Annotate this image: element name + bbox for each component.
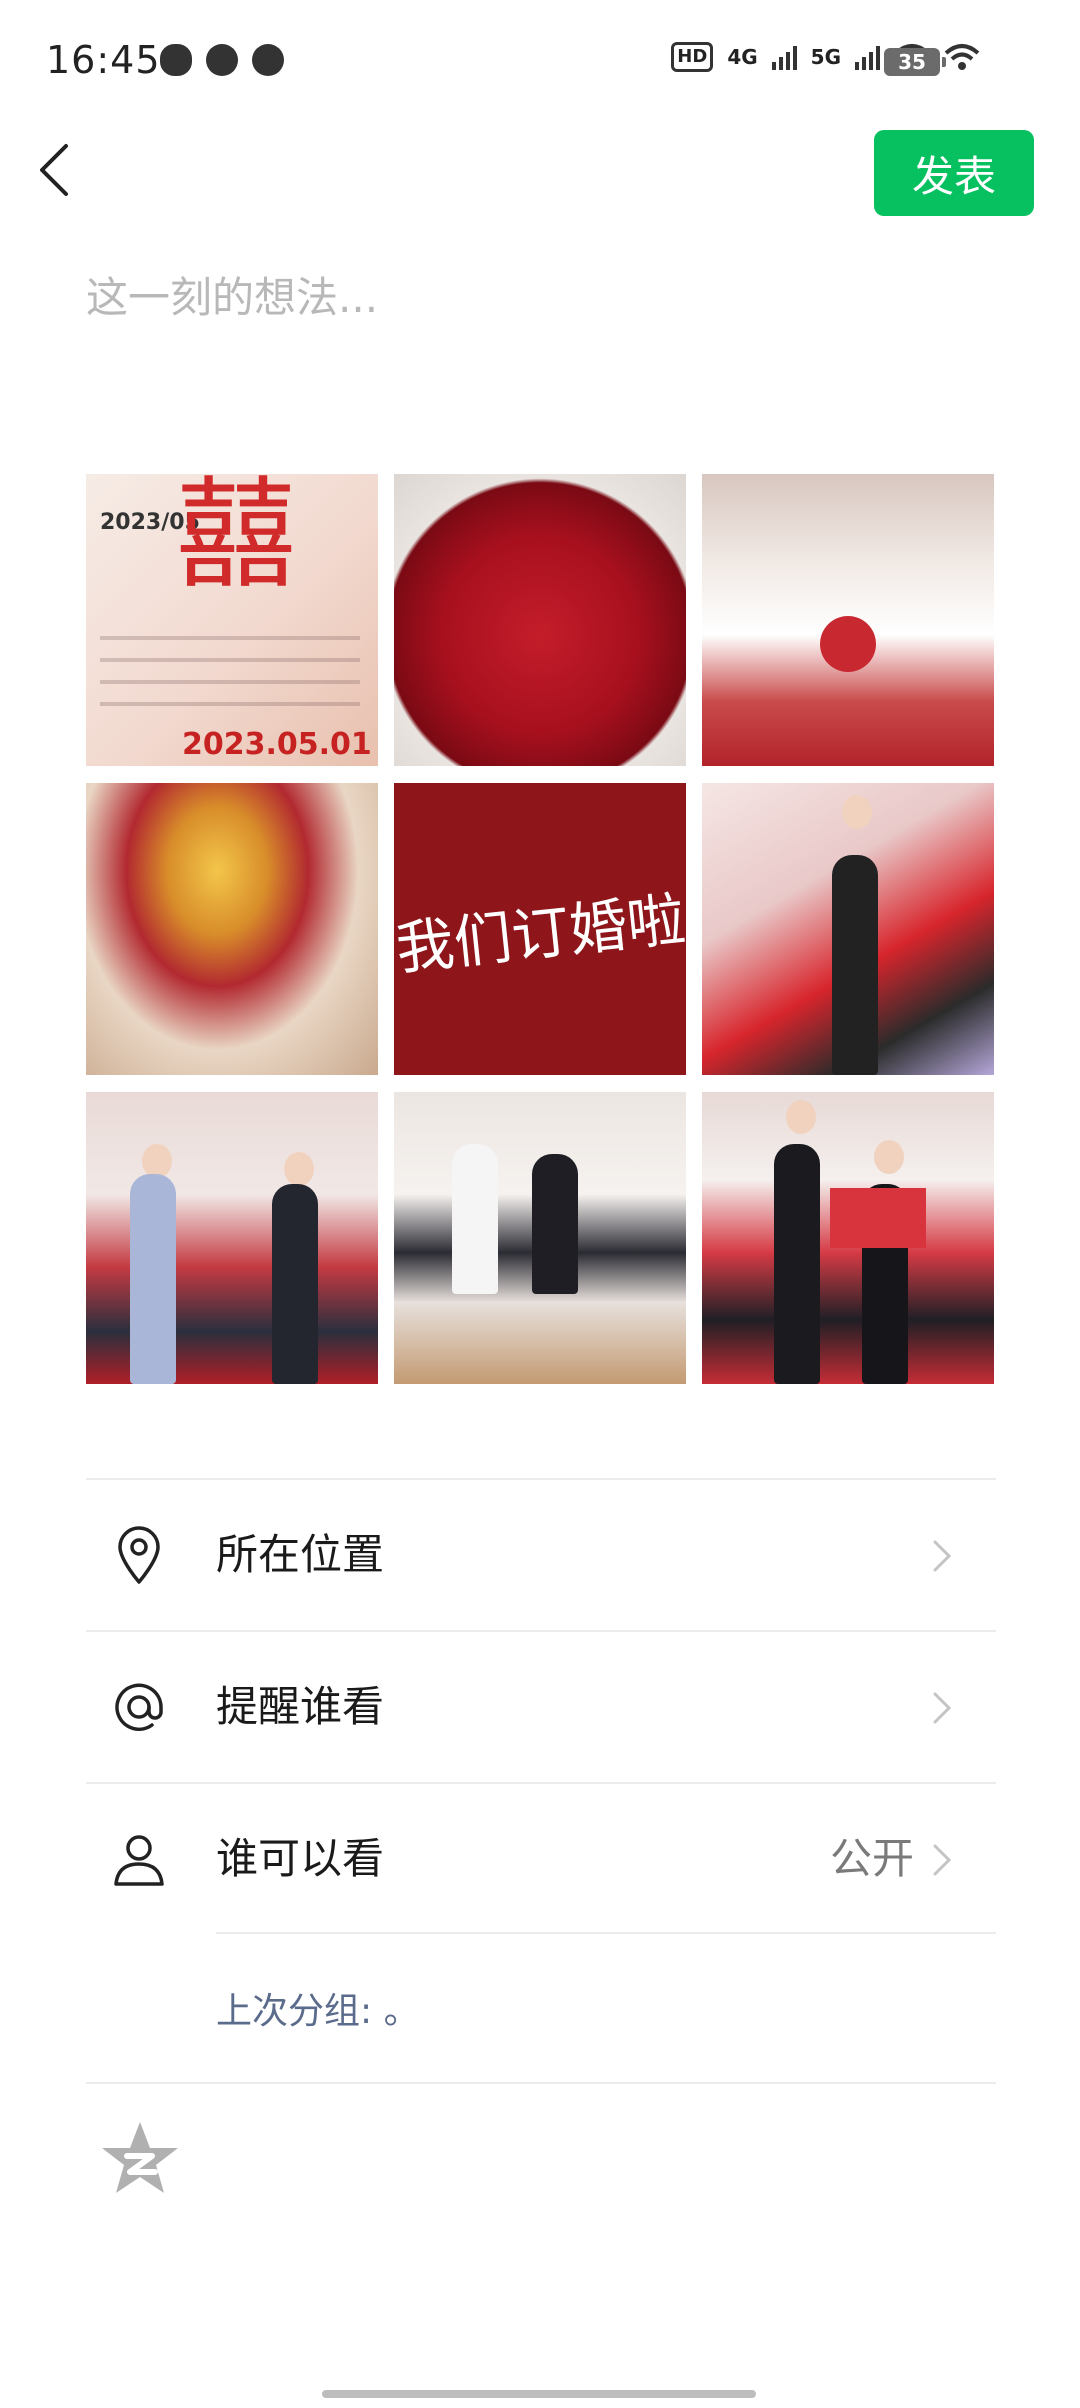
thought-input[interactable] xyxy=(86,264,996,424)
at-sign-icon xyxy=(115,1683,163,1731)
visibility-row[interactable]: 谁可以看 公开 xyxy=(86,1784,996,1934)
network-5g-label: 5G xyxy=(810,45,841,69)
location-row[interactable]: 所在位置 xyxy=(86,1480,996,1630)
last-group-link[interactable]: 上次分组: 。 xyxy=(216,1982,420,2034)
figure-head xyxy=(842,795,872,829)
person-icon xyxy=(114,1835,164,1886)
location-pin-icon xyxy=(118,1526,160,1584)
double-happiness-symbol: 囍 xyxy=(176,474,296,605)
figure-body xyxy=(532,1154,578,1294)
notification-icons xyxy=(160,44,284,76)
home-indicator[interactable] xyxy=(322,2390,756,2398)
calendar-grid xyxy=(100,624,360,724)
signal-4g-icon xyxy=(771,44,797,70)
mention-label: 提醒谁看 xyxy=(216,1682,385,1731)
calendar-date-label: 2023.05.01 xyxy=(182,727,372,762)
photo-signing-ceremony[interactable] xyxy=(702,783,994,1075)
photo-engagement-announcement[interactable]: 我们订婚啦 xyxy=(394,783,686,1075)
qzone-star-icon[interactable] xyxy=(100,2118,180,2198)
signal-5g-icon xyxy=(855,44,880,70)
figure-body xyxy=(130,1174,176,1384)
figure-body xyxy=(774,1144,820,1384)
photo-fruit-heart-arrangement[interactable] xyxy=(86,783,378,1075)
visibility-label: 谁可以看 xyxy=(216,1834,385,1883)
chevron-right-icon xyxy=(933,1844,952,1876)
figure-head xyxy=(786,1100,816,1134)
figure-body xyxy=(832,855,878,1075)
chevron-right-icon xyxy=(933,1692,952,1724)
battery-icon: 35 xyxy=(884,48,946,76)
wechat-icon xyxy=(160,44,192,76)
compass-app-icon xyxy=(252,44,284,76)
photo-couple-with-certificate[interactable] xyxy=(702,1092,994,1384)
divider xyxy=(216,1932,996,1934)
figure-head xyxy=(874,1140,904,1174)
figure-head xyxy=(284,1152,314,1186)
figure-body xyxy=(272,1184,318,1384)
photo-engagement-calendar[interactable]: 2023/05 囍 2023.05.01 xyxy=(86,474,378,766)
certificate-scroll xyxy=(830,1188,926,1248)
publish-button[interactable]: 发表 xyxy=(874,130,1034,216)
wifi-secondary-icon xyxy=(944,44,980,70)
chevron-left-icon xyxy=(40,144,68,196)
figure-head xyxy=(142,1144,172,1178)
network-4g-label: 4G xyxy=(727,45,758,69)
announcement-text: 我们订婚啦 xyxy=(394,885,686,983)
location-label: 所在位置 xyxy=(216,1530,385,1579)
cake-emblem xyxy=(820,616,876,672)
figure-body xyxy=(452,1144,498,1294)
status-time: 16:45 xyxy=(46,38,161,82)
chevron-right-icon xyxy=(933,1540,952,1572)
photo-banquet-guests[interactable] xyxy=(394,1092,686,1384)
photo-grid: 2023/05 囍 2023.05.01 我们订婚啦 xyxy=(86,474,996,1384)
photo-wedding-cake[interactable] xyxy=(702,474,994,766)
mention-row[interactable]: 提醒谁看 xyxy=(86,1632,996,1782)
status-bar: 16:45 HD 4G 5G 35 xyxy=(0,0,1080,120)
back-button[interactable] xyxy=(34,140,74,200)
photo-red-roses-bouquet[interactable] xyxy=(394,474,686,766)
photo-gift-exchange[interactable] xyxy=(86,1092,378,1384)
hd-voice-icon: HD xyxy=(671,42,714,72)
weibo-icon xyxy=(206,44,238,76)
visibility-value: 公开 xyxy=(829,1834,914,1883)
divider xyxy=(86,2082,996,2084)
